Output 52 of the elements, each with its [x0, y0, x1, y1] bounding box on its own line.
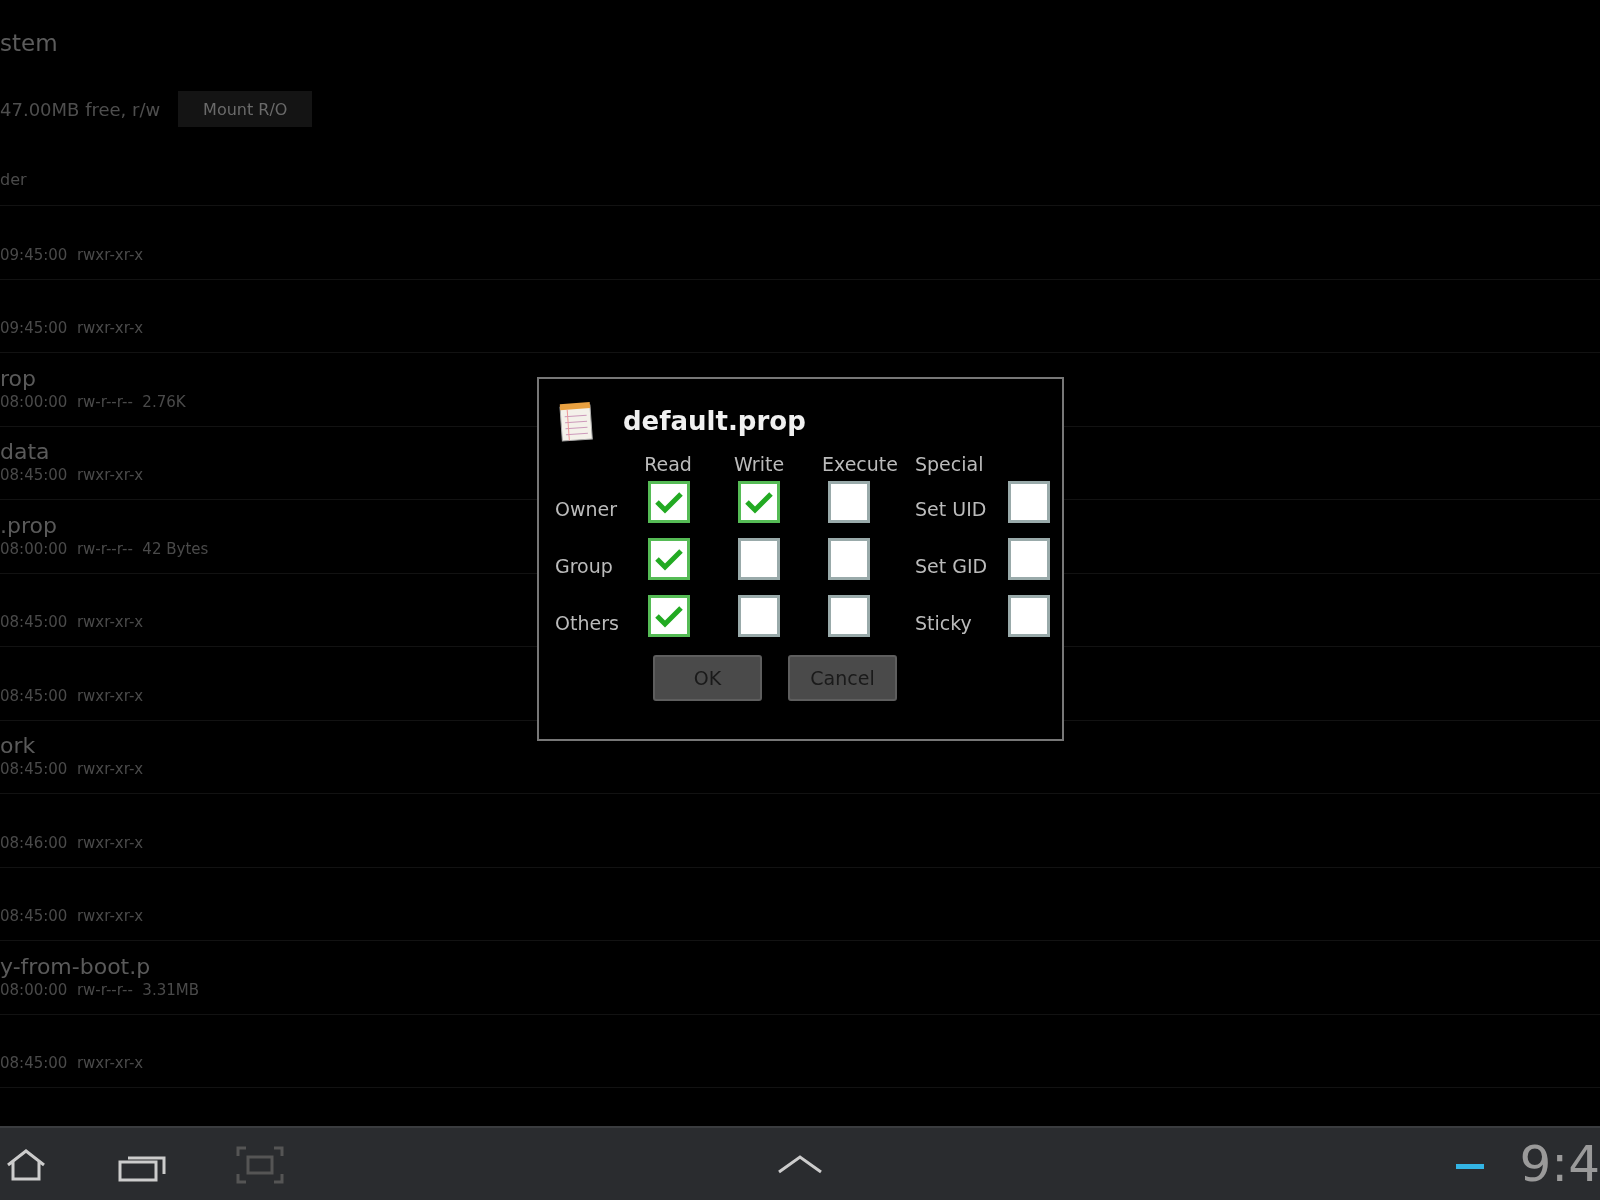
- checkmark-icon: [654, 490, 684, 514]
- file-name[interactable]: rop: [0, 365, 36, 392]
- minus-icon: [1456, 1164, 1484, 1169]
- checkbox[interactable]: [648, 481, 690, 523]
- column-header: Special: [915, 453, 984, 475]
- column-header: Read: [644, 453, 692, 475]
- checkbox[interactable]: [738, 595, 780, 637]
- file-name[interactable]: .prop: [0, 512, 57, 539]
- checkbox[interactable]: [648, 538, 690, 580]
- checkbox[interactable]: [828, 538, 870, 580]
- checkmark-icon: [654, 547, 684, 571]
- checkbox[interactable]: [1008, 481, 1050, 523]
- checkmark-icon: [744, 490, 774, 514]
- file-name[interactable]: ork: [0, 733, 36, 759]
- file-details: 08:45:00 rwxr-xr-x: [0, 465, 144, 485]
- row-label: Others: [555, 611, 620, 634]
- row-label: Group: [555, 554, 614, 577]
- mount-button[interactable]: Mount R/O: [178, 91, 313, 127]
- file-details: 08:00:00 rw-r--r-- 2.76K: [0, 391, 186, 412]
- chevron-up-icon[interactable]: [777, 1154, 823, 1174]
- checkbox[interactable]: [1008, 595, 1050, 637]
- file-details: 09:45:00 rwxr-xr-x: [0, 244, 144, 265]
- file-details: 08:46:00 rwxr-xr-x: [0, 832, 144, 853]
- checkbox[interactable]: [828, 595, 870, 637]
- dialog-title: default.prop: [623, 406, 806, 436]
- special-label: Sticky: [915, 611, 973, 634]
- special-label: Set UID: [915, 497, 988, 520]
- file-details: 08:00:00 rw-r--r-- 3.31MB: [0, 979, 199, 1000]
- file-details: 08:45:00 rwxr-xr-x: [0, 759, 144, 779]
- file-details: 08:45:00 rwxr-xr-x: [0, 685, 144, 706]
- file-details: 08:45:00 rwxr-xr-x: [0, 612, 144, 632]
- storage-info: 47.00MB free, r/w: [0, 98, 161, 120]
- checkbox[interactable]: [648, 595, 690, 637]
- checkbox[interactable]: [1008, 538, 1050, 580]
- column-header: Write: [733, 453, 785, 475]
- special-label: Set GID: [915, 554, 989, 577]
- row-label: Owner: [555, 497, 619, 520]
- checkbox[interactable]: [738, 481, 780, 523]
- clock: 9:4: [1519, 1134, 1600, 1195]
- screenshot-icon[interactable]: [236, 1146, 284, 1184]
- file-details: 08:45:00 rwxr-xr-x: [0, 1053, 144, 1073]
- checkmark-icon: [654, 604, 684, 628]
- checkbox[interactable]: [828, 481, 870, 523]
- file-details: 08:00:00 rw-r--r-- 42 Bytes: [0, 538, 209, 559]
- storage-title: stem: [0, 30, 58, 56]
- file-details: 09:45:00 rwxr-xr-x: [0, 318, 144, 338]
- file-name[interactable]: data: [0, 439, 50, 465]
- folder-label: der: [0, 170, 27, 189]
- checkbox[interactable]: [738, 538, 780, 580]
- file-details: 08:45:00 rwxr-xr-x: [0, 906, 144, 926]
- file-name[interactable]: y-from-boot.p: [0, 953, 151, 980]
- column-header: Execute: [822, 453, 898, 475]
